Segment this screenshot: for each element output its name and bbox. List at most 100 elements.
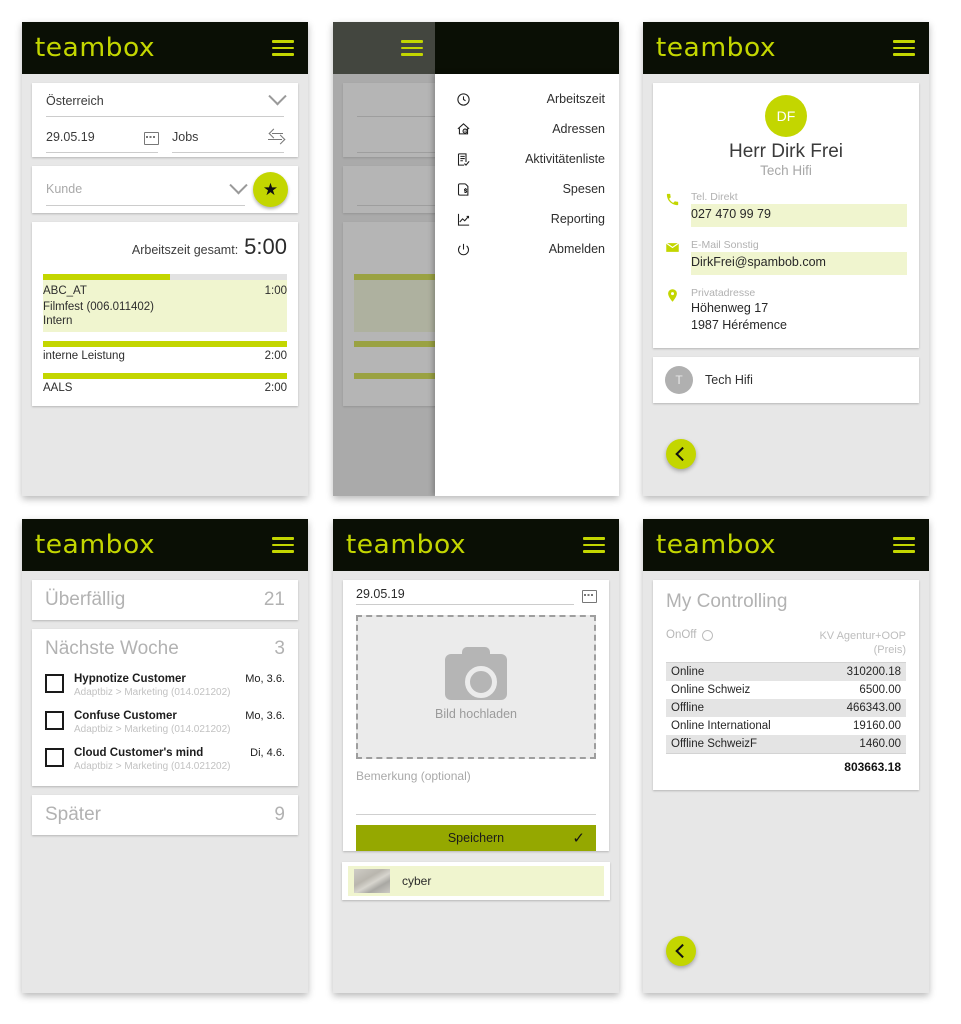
task-group-ueberfaellig[interactable]: Überfällig 21 <box>32 580 298 620</box>
task-subtitle: Adaptbiz > Marketing (014.021202) <box>74 761 231 772</box>
group-title: Später <box>45 804 101 825</box>
entry-title: interne Leistung <box>43 350 125 362</box>
avatar: DF <box>765 95 807 137</box>
table-row[interactable]: Offline SchweizF 1460.00 <box>666 735 906 753</box>
group-title: Überfällig <box>45 589 126 610</box>
field-label: Tel. Direkt <box>691 191 738 203</box>
task-row[interactable]: Confuse Customer Adaptbiz > Marketing (0… <box>32 706 298 743</box>
jobs-value: Jobs <box>172 129 199 144</box>
controlling-table: Online 310200.18 Online Schweiz 6500.00 … <box>666 662 906 774</box>
hamburger-menu-icon[interactable] <box>272 537 294 553</box>
entry-title: AALS <box>43 382 73 394</box>
hamburger-menu-icon[interactable] <box>893 537 915 553</box>
jobs-field[interactable]: Jobs <box>172 121 286 153</box>
menu-item-adressen[interactable]: Adressen <box>435 114 619 144</box>
checkbox-icon[interactable] <box>45 748 64 767</box>
customer-select[interactable]: Kunde <box>46 174 248 206</box>
table-total: 803663.18 <box>666 753 906 774</box>
save-button[interactable]: Speichern ✓ <box>356 825 596 851</box>
menu-item-reporting[interactable]: Reporting <box>435 204 619 234</box>
home-pin-icon <box>452 122 474 137</box>
calendar-icon[interactable] <box>582 588 597 603</box>
app-bar: teambox <box>22 22 308 74</box>
table-row[interactable]: Offline 466343.00 <box>666 699 906 717</box>
field-value: 027 470 99 79 <box>691 204 907 227</box>
worktime-entry[interactable]: AALS 2:00 <box>43 373 287 397</box>
table-row[interactable]: Online 310200.18 <box>666 663 906 681</box>
total-value: 803663.18 <box>844 760 901 774</box>
task-row[interactable]: Cloud Customer's mind Adaptbiz > Marketi… <box>32 743 298 780</box>
group-header[interactable]: Nächste Woche 3 <box>32 629 298 669</box>
app-bar: teambox <box>643 22 929 74</box>
country-select-row[interactable]: Österreich <box>32 85 298 117</box>
field-label: Privatadresse <box>691 287 756 299</box>
row-label: Offline <box>671 702 705 714</box>
app-bar: teambox <box>333 519 619 571</box>
checklist-icon <box>452 152 474 167</box>
phone-screen-controlling: teambox My Controlling OnOff KV Agentur+… <box>643 519 929 993</box>
menu-item-label: Abmelden <box>548 242 605 256</box>
task-row[interactable]: Hypnotize Customer Adaptbiz > Marketing … <box>32 669 298 706</box>
back-button[interactable] <box>666 936 696 966</box>
dropzone-label: Bild hochladen <box>434 706 517 721</box>
org-name: Tech Hifi <box>705 373 753 387</box>
menu-item-abmelden[interactable]: Abmelden <box>435 234 619 264</box>
teambox-logo: teambox <box>345 530 467 560</box>
menu-item-aktivitaetenliste[interactable]: Aktivitätenliste <box>435 144 619 174</box>
group-count: 9 <box>274 804 285 825</box>
entry-time: 2:00 <box>264 350 287 362</box>
checkbox-icon[interactable] <box>45 711 64 730</box>
teambox-logo: teambox <box>34 530 156 560</box>
group-count: 3 <box>274 638 285 659</box>
total-value: 5:00 <box>244 234 287 259</box>
phone-screen-upload: teambox 29.05.19 Bild hochladen Bemerkun… <box>333 519 619 993</box>
contact-name: Herr Dirk Frei <box>729 141 843 162</box>
filter-card: Österreich 29.05.19 Jobs <box>32 83 298 157</box>
date-row[interactable]: 29.05.19 <box>343 580 609 610</box>
attachment-card[interactable]: cyber <box>342 862 610 900</box>
hamburger-menu-icon[interactable] <box>583 537 605 553</box>
back-button[interactable] <box>666 439 696 469</box>
table-row[interactable]: Online Schweiz 6500.00 <box>666 681 906 699</box>
column-header-main: KV Agentur+OOP <box>819 630 906 642</box>
task-group-spaeter[interactable]: Später 9 <box>32 795 298 835</box>
radio-circle-icon <box>702 629 714 641</box>
onoff-toggle[interactable]: OnOff <box>666 629 714 641</box>
check-icon: ✓ <box>572 829 585 847</box>
entry-time: 1:00 <box>264 285 287 297</box>
clock-icon <box>452 92 474 107</box>
hamburger-menu-icon[interactable] <box>893 40 915 56</box>
menu-item-label: Adressen <box>552 122 605 136</box>
phone-icon <box>665 190 691 227</box>
date-field[interactable]: 29.05.19 <box>46 121 159 153</box>
menu-item-spesen[interactable]: Spesen <box>435 174 619 204</box>
teambox-logo: teambox <box>655 530 777 560</box>
task-date: Di, 4.6. <box>250 747 285 759</box>
receipt-dollar-icon <box>452 182 474 197</box>
worktime-entry[interactable]: ABC_AT 1:00 Filmfest (006.011402) Intern <box>43 274 287 332</box>
organization-row[interactable]: T Tech Hifi <box>653 357 919 403</box>
image-dropzone[interactable]: Bild hochladen <box>356 615 596 759</box>
checkbox-icon[interactable] <box>45 674 64 693</box>
location-pin-icon <box>665 286 691 334</box>
favorite-star-button[interactable]: ★ <box>253 172 288 207</box>
phone-screen-contact: teambox DF Herr Dirk Frei Tech Hifi Tel.… <box>643 22 929 496</box>
remark-input[interactable]: Bemerkung (optional) <box>356 769 596 815</box>
row-value: 6500.00 <box>859 684 901 696</box>
worktime-entry[interactable]: interne Leistung 2:00 <box>43 341 287 365</box>
contact-field-phone[interactable]: Tel. Direkt 027 470 99 79 <box>665 190 907 227</box>
task-date: Mo, 3.6. <box>245 710 285 722</box>
menu-item-arbeitszeit[interactable]: Arbeitszeit <box>435 84 619 114</box>
calendar-icon <box>144 130 159 145</box>
drawer-scrim[interactable] <box>333 74 435 496</box>
table-row[interactable]: Online International 19160.00 <box>666 717 906 735</box>
navigation-drawer: Arbeitszeit Adressen Aktivitätenliste Sp… <box>435 74 619 496</box>
contact-field-email[interactable]: E-Mail Sonstig DirkFrei@spambob.com <box>665 238 907 275</box>
row-value: 310200.18 <box>846 666 901 678</box>
hamburger-menu-icon[interactable] <box>272 40 294 56</box>
screenshot-board: teambox Österreich 29.05.19 Jobs Kunde ★… <box>0 0 961 1024</box>
contact-card: DF Herr Dirk Frei Tech Hifi Tel. Direkt … <box>653 83 919 348</box>
entry-line2: Filmfest (006.011402) <box>43 301 155 313</box>
hamburger-menu-icon[interactable] <box>401 40 423 56</box>
contact-field-address[interactable]: Privatadresse Höhenweg 17 1987 Hérémence <box>665 286 907 334</box>
